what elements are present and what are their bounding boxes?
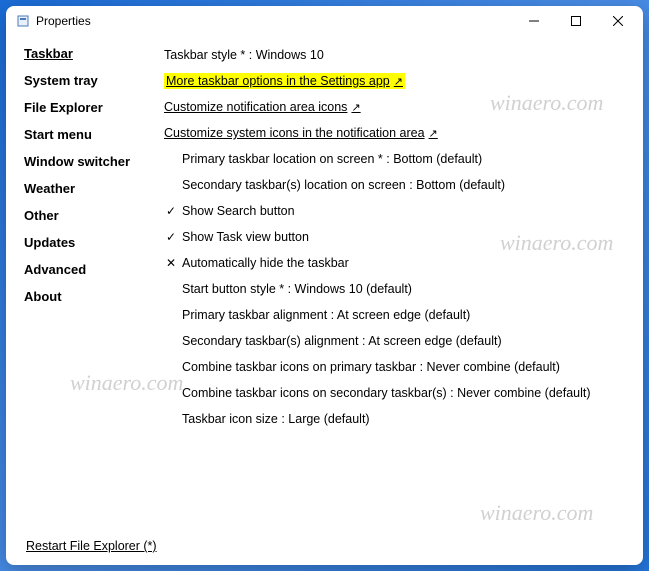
main-panel: Taskbar style * : Windows 10 More taskba… <box>156 42 643 533</box>
properties-window: Properties Taskbar System tray File Expl… <box>6 6 643 565</box>
secondary-alignment-label: Secondary taskbar(s) alignment : At scre… <box>182 334 502 348</box>
customize-notification-text: Customize notification area icons <box>164 100 347 114</box>
customize-notification-link[interactable]: Customize notification area icons ↗ <box>164 100 361 114</box>
sidebar-item-advanced[interactable]: Advanced <box>24 262 156 277</box>
start-style-label: Start button style * : Windows 10 (defau… <box>182 282 412 296</box>
external-link-icon: ↗ <box>351 101 360 114</box>
sidebar-item-file-explorer[interactable]: File Explorer <box>24 100 156 115</box>
show-taskview-row[interactable]: ✓ Show Task view button <box>164 228 635 246</box>
show-search-row[interactable]: ✓ Show Search button <box>164 202 635 220</box>
combine-secondary-row[interactable]: Combine taskbar icons on secondary taskb… <box>164 384 635 402</box>
titlebar: Properties <box>6 6 643 36</box>
external-link-icon: ↗ <box>429 127 438 140</box>
icon-size-label: Taskbar icon size : Large (default) <box>182 412 370 426</box>
sidebar-item-system-tray[interactable]: System tray <box>24 73 156 88</box>
sidebar-item-about[interactable]: About <box>24 289 156 304</box>
sidebar: Taskbar System tray File Explorer Start … <box>6 42 156 533</box>
customize-system-icons-text: Customize system icons in the notificati… <box>164 126 425 140</box>
sidebar-item-updates[interactable]: Updates <box>24 235 156 250</box>
content-area: Taskbar System tray File Explorer Start … <box>6 36 643 533</box>
primary-alignment-label: Primary taskbar alignment : At screen ed… <box>182 308 470 322</box>
combine-secondary-label: Combine taskbar icons on secondary taskb… <box>182 386 591 400</box>
close-button[interactable] <box>597 7 639 35</box>
more-options-text: More taskbar options in the Settings app <box>166 74 390 88</box>
auto-hide-row[interactable]: ✕ Automatically hide the taskbar <box>164 254 635 272</box>
footer: Restart File Explorer (*) <box>6 533 643 565</box>
start-style-row[interactable]: Start button style * : Windows 10 (defau… <box>164 280 635 298</box>
restart-explorer-link[interactable]: Restart File Explorer (*) <box>26 539 157 553</box>
check-icon: ✓ <box>164 230 178 244</box>
maximize-button[interactable] <box>555 7 597 35</box>
minimize-button[interactable] <box>513 7 555 35</box>
icon-size-row[interactable]: Taskbar icon size : Large (default) <box>164 410 635 428</box>
secondary-alignment-row[interactable]: Secondary taskbar(s) alignment : At scre… <box>164 332 635 350</box>
sidebar-item-weather[interactable]: Weather <box>24 181 156 196</box>
combine-primary-label: Combine taskbar icons on primary taskbar… <box>182 360 560 374</box>
sidebar-item-taskbar[interactable]: Taskbar <box>24 46 156 61</box>
show-taskview-label: Show Task view button <box>182 230 309 244</box>
app-icon <box>16 14 30 28</box>
auto-hide-label: Automatically hide the taskbar <box>182 256 349 270</box>
cross-icon: ✕ <box>164 256 178 270</box>
check-icon: ✓ <box>164 204 178 218</box>
external-link-icon: ↗ <box>394 75 403 88</box>
taskbar-style-label: Taskbar style * : Windows 10 <box>164 48 324 62</box>
sidebar-item-other[interactable]: Other <box>24 208 156 223</box>
secondary-location-label: Secondary taskbar(s) location on screen … <box>182 178 505 192</box>
more-options-link[interactable]: More taskbar options in the Settings app… <box>164 73 405 89</box>
primary-location-row[interactable]: Primary taskbar location on screen * : B… <box>164 150 635 168</box>
primary-location-label: Primary taskbar location on screen * : B… <box>182 152 482 166</box>
combine-primary-row[interactable]: Combine taskbar icons on primary taskbar… <box>164 358 635 376</box>
sidebar-item-window-switcher[interactable]: Window switcher <box>24 154 156 169</box>
show-search-label: Show Search button <box>182 204 295 218</box>
customize-system-icons-link[interactable]: Customize system icons in the notificati… <box>164 126 438 140</box>
sidebar-item-start-menu[interactable]: Start menu <box>24 127 156 142</box>
secondary-location-row[interactable]: Secondary taskbar(s) location on screen … <box>164 176 635 194</box>
taskbar-style-row[interactable]: Taskbar style * : Windows 10 <box>164 46 635 64</box>
primary-alignment-row[interactable]: Primary taskbar alignment : At screen ed… <box>164 306 635 324</box>
window-title: Properties <box>36 14 513 28</box>
